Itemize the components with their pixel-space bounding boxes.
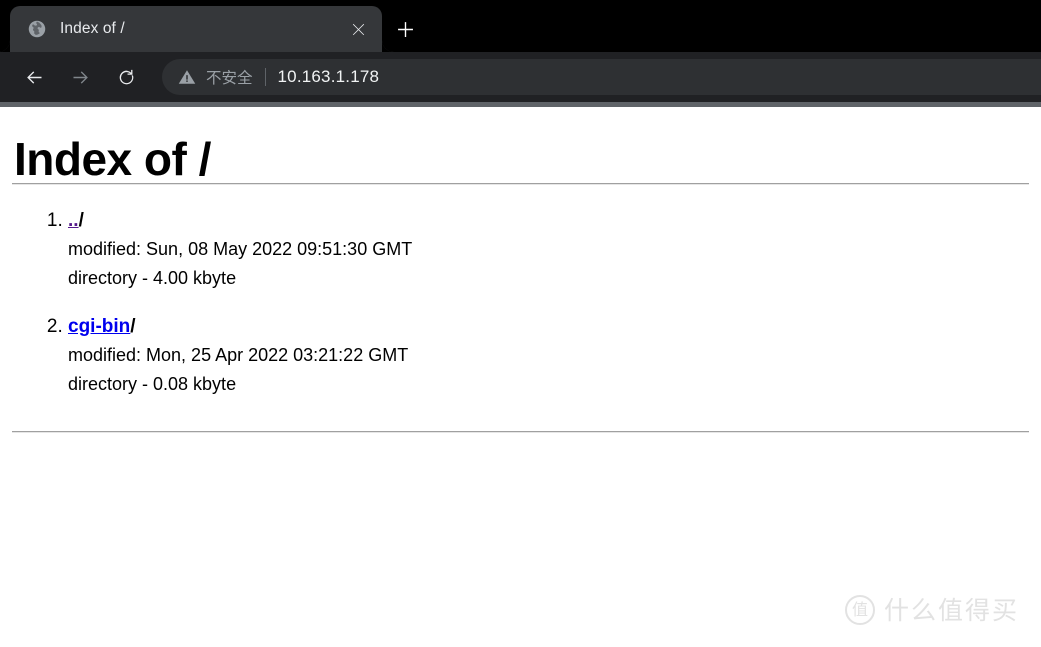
plus-icon xyxy=(397,21,413,37)
entry-name-suffix: / xyxy=(78,210,84,232)
tab-corner-right xyxy=(382,28,406,52)
reload-button[interactable] xyxy=(106,57,146,97)
directory-link[interactable]: cgi-bin xyxy=(68,316,130,337)
forward-button[interactable] xyxy=(60,57,100,97)
page-content: Index of / ../ modified: Sun, 08 May 202… xyxy=(0,107,1041,647)
entry-size: directory - 0.08 kbyte xyxy=(68,374,237,395)
address-bar[interactable]: 不安全 10.163.1.178 xyxy=(162,59,1041,95)
close-icon[interactable] xyxy=(344,15,372,43)
address-bar-url: 10.163.1.178 xyxy=(277,67,380,86)
watermark-text: 什么值得买 xyxy=(883,595,1019,625)
browser-tab[interactable]: Index of / xyxy=(0,6,406,52)
browser-toolbar: 不安全 10.163.1.178 xyxy=(0,52,1041,102)
tab-strip: Index of / xyxy=(0,0,1041,52)
forward-arrow-icon xyxy=(73,70,88,84)
list-item: cgi-bin/ modified: Mon, 25 Apr 2022 03:2… xyxy=(68,291,1029,397)
entry-name-suffix: / xyxy=(130,316,136,338)
entry-top-spacer xyxy=(68,291,1029,315)
new-tab-button[interactable] xyxy=(388,12,422,46)
entry-top-spacer xyxy=(68,185,1029,209)
entry-modified: modified: Sun, 08 May 2022 09:51:30 GMT xyxy=(68,239,413,260)
tab-title: Index of / xyxy=(60,20,125,37)
watermark: 值 什么值得买 xyxy=(844,595,1019,625)
entry-modified: modified: Mon, 25 Apr 2022 03:21:22 GMT xyxy=(68,344,409,365)
list-item: ../ modified: Sun, 08 May 2022 09:51:30 … xyxy=(68,185,1029,291)
close-icon-glyph xyxy=(352,23,364,35)
reload-icon xyxy=(119,69,133,84)
listing-bottom-spacer xyxy=(12,397,1029,431)
back-button[interactable] xyxy=(14,57,54,97)
divider-bottom xyxy=(12,431,1029,434)
browser-window: Index of / 不安全 10.163.1.178 Index of / 1… xyxy=(0,0,1041,647)
entry-name: cgi-bin/ xyxy=(68,315,1029,339)
security-status-label: 不安全 xyxy=(206,70,253,87)
tab-corner-left xyxy=(0,28,10,52)
watermark-badge-icon: 值 xyxy=(844,595,875,625)
page-title: Index of / xyxy=(14,133,211,185)
directory-link[interactable]: .. xyxy=(68,210,79,231)
omnibox-separator xyxy=(264,68,266,86)
entry-name: ../ xyxy=(68,209,1029,233)
globe-icon xyxy=(28,20,46,38)
entry-size: directory - 4.00 kbyte xyxy=(68,268,237,289)
directory-listing: ../ modified: Sun, 08 May 2022 09:51:30 … xyxy=(12,185,1029,397)
back-arrow-icon xyxy=(26,70,41,84)
warning-triangle-icon xyxy=(178,70,196,84)
